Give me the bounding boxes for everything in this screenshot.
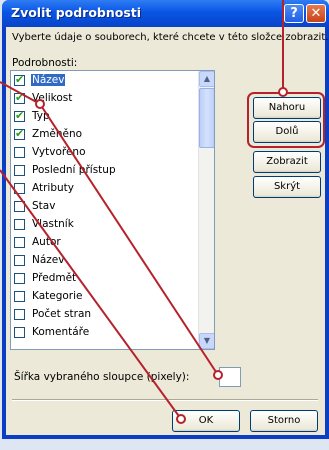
- hide-label: Skrýt: [273, 181, 301, 192]
- column-width-label: Šířka vybraného sloupce (pixely):: [14, 371, 190, 383]
- list-item[interactable]: Komentáře: [14, 325, 194, 341]
- list-item[interactable]: Autor: [14, 235, 194, 251]
- checkbox[interactable]: [14, 183, 25, 194]
- list-item-label: Typ: [32, 110, 50, 122]
- list-item-label: Poslední přístup: [32, 164, 116, 176]
- column-width-input[interactable]: [219, 367, 241, 387]
- list-item[interactable]: Název: [14, 73, 194, 89]
- show-button[interactable]: Zobrazit: [253, 151, 321, 173]
- ok-label: OK: [198, 415, 214, 426]
- list-item[interactable]: Vytvořeno: [14, 145, 194, 161]
- down-arrow-icon[interactable]: ▼: [199, 333, 214, 349]
- checkbox[interactable]: [14, 201, 25, 212]
- checkbox[interactable]: [14, 327, 25, 338]
- list-item[interactable]: Kategorie: [14, 289, 194, 305]
- move-down-label: Dolů: [275, 126, 299, 137]
- list-item-label: Velikost: [32, 92, 73, 104]
- up-arrow-icon[interactable]: ▲: [199, 71, 214, 87]
- hide-button[interactable]: Skrýt: [253, 176, 321, 198]
- list-item[interactable]: Název: [14, 253, 194, 269]
- list-item[interactable]: Vlastník: [14, 217, 194, 233]
- title-bar[interactable]: Zvolit podrobnosti ? ✕: [2, 0, 329, 27]
- scrollbar-thumb[interactable]: [199, 88, 214, 148]
- checkbox[interactable]: [14, 127, 25, 140]
- move-up-button[interactable]: Nahoru: [253, 97, 321, 119]
- list-item-label: Autor: [32, 236, 61, 248]
- list-item-label: Název: [31, 74, 66, 86]
- separator: [12, 399, 318, 401]
- move-up-label: Nahoru: [268, 102, 306, 113]
- dialog-body: Vyberte údaje o souborech, které chcete …: [6, 27, 329, 435]
- cancel-label: Storno: [267, 415, 301, 426]
- checkbox[interactable]: [14, 237, 25, 248]
- description-text: Vyberte údaje o souborech, které chcete …: [12, 32, 329, 43]
- list-item[interactable]: Počet stran: [14, 307, 194, 323]
- checkbox[interactable]: [14, 309, 25, 320]
- list-item-label: Atributy: [32, 182, 74, 194]
- list-scrollbar[interactable]: ▲ ▼: [198, 71, 214, 349]
- details-list[interactable]: Název Velikost Typ Změněno Vytvořeno Poslední…: [10, 70, 215, 350]
- checkbox[interactable]: [14, 73, 25, 86]
- list-item-label: Vlastník: [32, 218, 74, 230]
- checkbox[interactable]: [14, 147, 25, 158]
- cancel-button[interactable]: Storno: [250, 410, 318, 432]
- dialog-window: Zvolit podrobnosti ? ✕ Vyberte údaje o s…: [2, 0, 329, 439]
- list-item-label: Stav: [32, 200, 56, 212]
- list-item[interactable]: Změněno: [14, 127, 194, 143]
- list-item[interactable]: Předmět: [14, 271, 194, 287]
- checkbox[interactable]: [14, 219, 25, 230]
- list-item-label: Změněno: [32, 128, 83, 140]
- window-title: Zvolit podrobnosti: [11, 5, 142, 20]
- list-item-label: Vytvořeno: [32, 146, 86, 158]
- checkbox[interactable]: [14, 165, 25, 176]
- list-item-label: Komentáře: [32, 326, 90, 338]
- list-item[interactable]: Velikost: [14, 91, 194, 107]
- list-item-label: Název: [32, 254, 65, 266]
- list-item-label: Počet stran: [32, 308, 92, 320]
- help-button[interactable]: ?: [284, 4, 304, 23]
- move-down-button[interactable]: Dolů: [253, 121, 321, 143]
- close-button[interactable]: ✕: [306, 4, 326, 23]
- list-item-label: Kategorie: [32, 290, 83, 302]
- list-item[interactable]: Poslední přístup: [14, 163, 194, 179]
- show-label: Zobrazit: [266, 156, 308, 167]
- checkbox[interactable]: [14, 255, 25, 266]
- list-item[interactable]: Atributy: [14, 181, 194, 197]
- checkbox[interactable]: [14, 291, 25, 302]
- checkbox[interactable]: [14, 273, 25, 284]
- ok-button[interactable]: OK: [172, 410, 240, 432]
- list-item[interactable]: Typ: [14, 109, 194, 125]
- list-item[interactable]: Stav: [14, 199, 194, 215]
- list-item-label: Předmět: [32, 272, 77, 284]
- checkbox[interactable]: [14, 109, 25, 122]
- details-label: Podrobnosti:: [12, 57, 78, 69]
- checkbox[interactable]: [14, 91, 25, 104]
